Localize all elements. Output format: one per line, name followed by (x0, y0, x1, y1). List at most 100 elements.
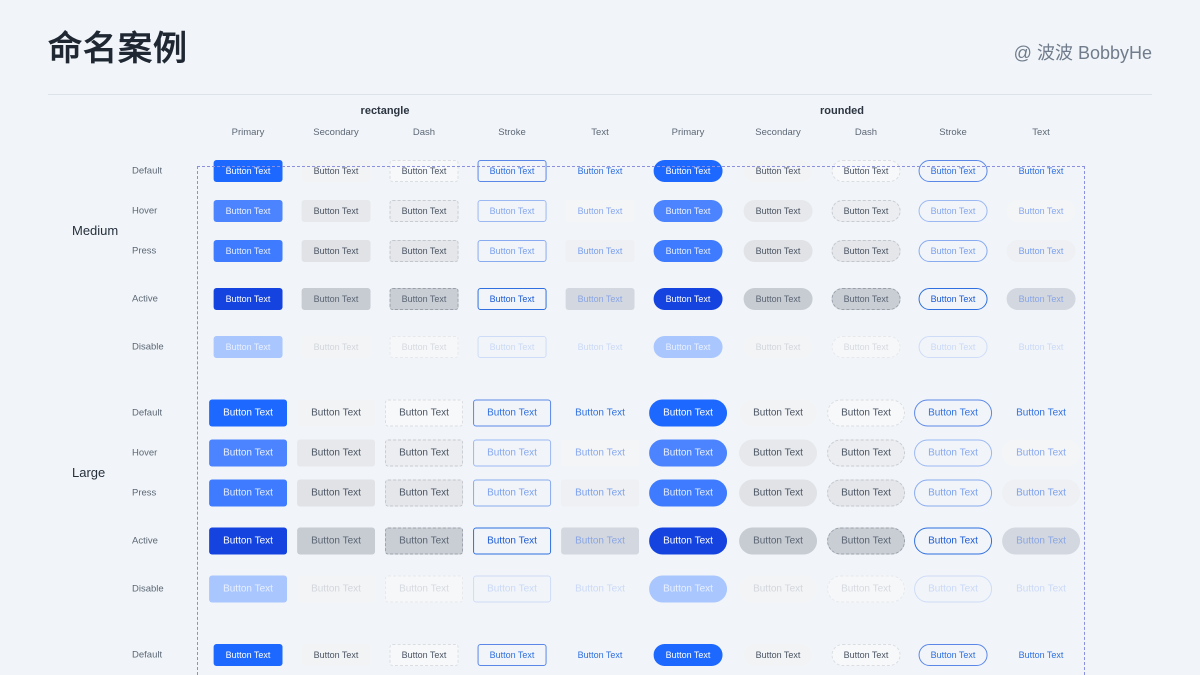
button-medium-rounded-text-hover[interactable]: Button Text (1007, 200, 1076, 222)
button-medium-rectangle-text-active[interactable]: Button Text (566, 288, 635, 310)
button-large-rectangle-dash-hover[interactable]: Button Text (385, 440, 463, 467)
button-large-rounded-dash-default[interactable]: Button Text (827, 400, 905, 427)
button-medium-rounded-primary-default[interactable]: Button Text (654, 160, 723, 182)
button-large-rounded-primary-active[interactable]: Button Text (649, 528, 727, 555)
button-large-rounded-text-disable: Button Text (1002, 576, 1080, 603)
button-small-rectangle-dash-default[interactable]: Button Text (390, 644, 459, 666)
button-medium-rounded-stroke-active[interactable]: Button Text (919, 288, 988, 310)
button-large-rounded-stroke-active[interactable]: Button Text (914, 528, 992, 555)
button-medium-rounded-secondary-press[interactable]: Button Text (744, 240, 813, 262)
button-large-rectangle-text-press[interactable]: Button Text (561, 480, 639, 507)
button-large-rectangle-dash-active[interactable]: Button Text (385, 528, 463, 555)
button-medium-rectangle-stroke-default[interactable]: Button Text (478, 160, 547, 182)
button-medium-rounded-primary-press[interactable]: Button Text (654, 240, 723, 262)
button-medium-rectangle-primary-active[interactable]: Button Text (214, 288, 283, 310)
button-medium-rounded-secondary-active[interactable]: Button Text (744, 288, 813, 310)
button-medium-rounded-primary-hover[interactable]: Button Text (654, 200, 723, 222)
button-large-rectangle-dash-default[interactable]: Button Text (385, 400, 463, 427)
button-large-rounded-text-hover[interactable]: Button Text (1002, 440, 1080, 467)
button-medium-rounded-secondary-disable: Button Text (744, 336, 813, 358)
row-large-default: DefaultButton TextButton TextButton Text… (0, 393, 1200, 433)
cell-rounded-primary-default: Button Text (654, 160, 723, 182)
button-medium-rounded-primary-active[interactable]: Button Text (654, 288, 723, 310)
button-medium-rounded-dash-active[interactable]: Button Text (832, 288, 901, 310)
cell-rounded-secondary-hover: Button Text (744, 200, 813, 222)
button-medium-rectangle-secondary-press[interactable]: Button Text (302, 240, 371, 262)
button-medium-rectangle-text-hover[interactable]: Button Text (566, 200, 635, 222)
button-small-rounded-dash-default[interactable]: Button Text (832, 644, 901, 666)
button-large-rounded-text-press[interactable]: Button Text (1002, 480, 1080, 507)
button-large-rounded-dash-press[interactable]: Button Text (827, 480, 905, 507)
button-medium-rounded-text-press[interactable]: Button Text (1007, 240, 1076, 262)
button-large-rounded-primary-default[interactable]: Button Text (649, 400, 727, 427)
button-medium-rectangle-stroke-hover[interactable]: Button Text (478, 200, 547, 222)
button-large-rectangle-stroke-active[interactable]: Button Text (473, 528, 551, 555)
button-large-rectangle-primary-press[interactable]: Button Text (209, 480, 287, 507)
cell-rectangle-primary-default: Button Text (214, 644, 283, 666)
button-medium-rectangle-text-default[interactable]: Button Text (566, 160, 635, 182)
button-medium-rounded-secondary-default[interactable]: Button Text (744, 160, 813, 182)
size-section-medium: DefaultButton TextButton TextButton Text… (0, 151, 1200, 393)
button-large-rounded-dash-hover[interactable]: Button Text (827, 440, 905, 467)
button-large-rounded-text-active[interactable]: Button Text (1002, 528, 1080, 555)
button-medium-rectangle-stroke-press[interactable]: Button Text (478, 240, 547, 262)
button-small-rounded-stroke-default[interactable]: Button Text (919, 644, 988, 666)
button-medium-rounded-stroke-press[interactable]: Button Text (919, 240, 988, 262)
row-small-default: DefaultButton TextButton TextButton Text… (0, 635, 1200, 675)
button-medium-rounded-stroke-hover[interactable]: Button Text (919, 200, 988, 222)
button-small-rectangle-primary-default[interactable]: Button Text (214, 644, 283, 666)
button-medium-rectangle-stroke-active[interactable]: Button Text (478, 288, 547, 310)
button-small-rectangle-stroke-default[interactable]: Button Text (478, 644, 547, 666)
button-medium-rectangle-primary-default[interactable]: Button Text (214, 160, 283, 182)
button-small-rectangle-text-default[interactable]: Button Text (566, 644, 635, 666)
button-small-rounded-text-default[interactable]: Button Text (1007, 644, 1076, 666)
button-large-rounded-stroke-press[interactable]: Button Text (914, 480, 992, 507)
button-medium-rectangle-primary-hover[interactable]: Button Text (214, 200, 283, 222)
button-large-rectangle-text-default[interactable]: Button Text (561, 400, 639, 427)
button-large-rectangle-secondary-default[interactable]: Button Text (297, 400, 375, 427)
button-large-rectangle-primary-hover[interactable]: Button Text (209, 440, 287, 467)
button-large-rectangle-text-hover[interactable]: Button Text (561, 440, 639, 467)
button-medium-rectangle-dash-default[interactable]: Button Text (390, 160, 459, 182)
button-large-rectangle-text-active[interactable]: Button Text (561, 528, 639, 555)
button-large-rectangle-dash-press[interactable]: Button Text (385, 480, 463, 507)
button-medium-rectangle-dash-active[interactable]: Button Text (390, 288, 459, 310)
button-medium-rectangle-secondary-hover[interactable]: Button Text (302, 200, 371, 222)
button-large-rectangle-secondary-press[interactable]: Button Text (297, 480, 375, 507)
button-large-rounded-dash-disable: Button Text (827, 576, 905, 603)
button-large-rectangle-stroke-default[interactable]: Button Text (473, 400, 551, 427)
button-medium-rectangle-secondary-active[interactable]: Button Text (302, 288, 371, 310)
button-medium-rounded-text-default[interactable]: Button Text (1007, 160, 1076, 182)
button-medium-rounded-dash-press[interactable]: Button Text (832, 240, 901, 262)
button-large-rounded-secondary-default[interactable]: Button Text (739, 400, 817, 427)
button-medium-rectangle-secondary-default[interactable]: Button Text (302, 160, 371, 182)
button-medium-rectangle-dash-hover[interactable]: Button Text (390, 200, 459, 222)
button-medium-rounded-dash-default[interactable]: Button Text (832, 160, 901, 182)
button-medium-rounded-secondary-hover[interactable]: Button Text (744, 200, 813, 222)
button-large-rounded-primary-press[interactable]: Button Text (649, 480, 727, 507)
button-small-rounded-primary-default[interactable]: Button Text (654, 644, 723, 666)
button-large-rectangle-stroke-hover[interactable]: Button Text (473, 440, 551, 467)
button-large-rounded-primary-hover[interactable]: Button Text (649, 440, 727, 467)
button-large-rectangle-secondary-active[interactable]: Button Text (297, 528, 375, 555)
button-small-rectangle-secondary-default[interactable]: Button Text (302, 644, 371, 666)
button-large-rounded-dash-active[interactable]: Button Text (827, 528, 905, 555)
button-medium-rounded-stroke-default[interactable]: Button Text (919, 160, 988, 182)
button-medium-rectangle-text-press[interactable]: Button Text (566, 240, 635, 262)
button-medium-rectangle-dash-press[interactable]: Button Text (390, 240, 459, 262)
button-large-rounded-secondary-hover[interactable]: Button Text (739, 440, 817, 467)
button-large-rectangle-stroke-press[interactable]: Button Text (473, 480, 551, 507)
button-small-rounded-secondary-default[interactable]: Button Text (744, 644, 813, 666)
button-large-rounded-secondary-press[interactable]: Button Text (739, 480, 817, 507)
cell-rectangle-dash-default: Button Text (390, 644, 459, 666)
button-large-rounded-secondary-active[interactable]: Button Text (739, 528, 817, 555)
button-large-rectangle-primary-active[interactable]: Button Text (209, 528, 287, 555)
button-medium-rounded-text-active[interactable]: Button Text (1007, 288, 1076, 310)
button-large-rounded-stroke-default[interactable]: Button Text (914, 400, 992, 427)
button-medium-rounded-dash-hover[interactable]: Button Text (832, 200, 901, 222)
button-large-rounded-stroke-hover[interactable]: Button Text (914, 440, 992, 467)
button-large-rounded-text-default[interactable]: Button Text (1002, 400, 1080, 427)
button-medium-rectangle-primary-press[interactable]: Button Text (214, 240, 283, 262)
button-large-rectangle-primary-default[interactable]: Button Text (209, 400, 287, 427)
button-large-rectangle-secondary-hover[interactable]: Button Text (297, 440, 375, 467)
